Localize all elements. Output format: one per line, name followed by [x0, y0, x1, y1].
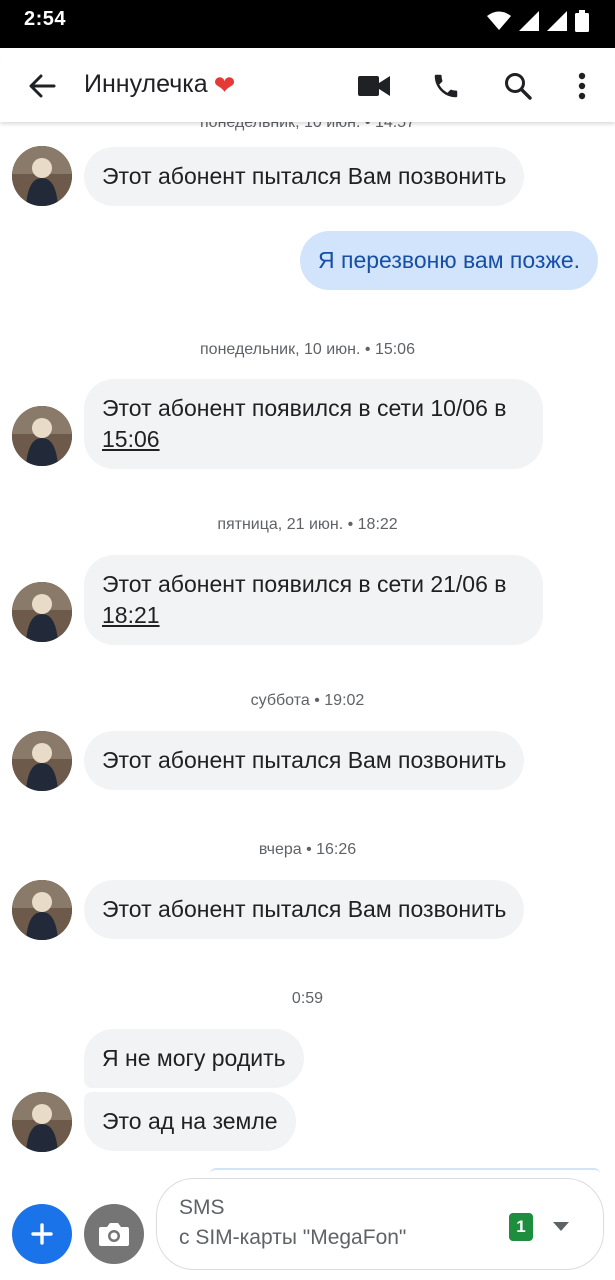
- message-text: Этот абонент появился в сети 21/06 в: [102, 571, 507, 597]
- input-placeholder-sim: с SIM-карты "MegaFon": [179, 1226, 407, 1249]
- timestamp: 0:59: [291, 990, 324, 1007]
- messages-app: Иннулечка ❤ понедельник, 10 июн. • 14:57 …: [0, 48, 615, 1280]
- signal-icon: [519, 11, 539, 36]
- sim-dropdown-button[interactable]: [549, 1217, 573, 1237]
- toolbar: Иннулечка ❤: [0, 48, 615, 122]
- message-bubble-incoming[interactable]: Этот абонент пытался Вам позвонить: [84, 147, 525, 206]
- avatar[interactable]: [12, 582, 72, 642]
- input-placeholder-sms: SMS: [179, 1196, 225, 1219]
- avatar[interactable]: [12, 880, 72, 940]
- add-attachment-button[interactable]: [12, 1204, 72, 1264]
- message-text: Этот абонент появился в сети 10/06 в: [102, 395, 507, 421]
- videocam-icon: [358, 76, 390, 96]
- message-bubble-incoming[interactable]: Этот абонент появился в сети 10/06 в 15:…: [84, 379, 543, 469]
- video-call-button[interactable]: [356, 68, 392, 104]
- message-time-link[interactable]: 18:21: [102, 602, 160, 628]
- arrow-back-icon: [29, 74, 56, 98]
- conversation[interactable]: понедельник, 10 июн. • 14:57 Этот абонен…: [0, 122, 615, 1166]
- timestamp: пятница, 21 июн. • 18:22: [217, 516, 398, 533]
- message-bubble-incoming[interactable]: Этот абонент пытался Вам позвонить: [84, 731, 525, 790]
- timestamp: суббота • 19:02: [250, 692, 365, 709]
- avatar-photo-icon: [12, 1092, 72, 1152]
- status-time: 2:54: [24, 8, 67, 30]
- timestamp: понедельник, 10 июн. • 15:06: [200, 341, 415, 358]
- message-input[interactable]: SMS с SIM-карты "MegaFon" 1: [156, 1178, 604, 1270]
- camera-button[interactable]: [84, 1204, 144, 1264]
- message-time-link[interactable]: 15:06: [102, 426, 160, 452]
- wifi-icon: [487, 11, 511, 36]
- avatar[interactable]: [12, 146, 72, 206]
- plus-icon: [31, 1223, 53, 1245]
- battery-icon: [575, 10, 589, 37]
- sim-card-badge[interactable]: 1: [509, 1213, 533, 1241]
- phone-icon: [434, 74, 458, 98]
- scroll-hint: [210, 1168, 600, 1174]
- avatar[interactable]: [12, 731, 72, 791]
- avatar[interactable]: [12, 1092, 72, 1152]
- contact-name-text: Иннулечка: [84, 70, 208, 98]
- search-button[interactable]: [500, 68, 536, 104]
- avatar-photo-icon: [12, 146, 72, 206]
- avatar-photo-icon: [12, 406, 72, 466]
- signal-icon-2: [547, 11, 567, 36]
- search-icon: [505, 73, 532, 100]
- dropdown-arrow-icon: [553, 1222, 569, 1231]
- avatar[interactable]: [12, 406, 72, 466]
- message-bubble-incoming[interactable]: Этот абонент появился в сети 21/06 в 18:…: [84, 555, 543, 645]
- message-bubble-incoming[interactable]: Я не могу родить: [84, 1029, 304, 1088]
- timestamp: понедельник, 10 июн. • 14:57: [200, 122, 415, 131]
- message-bubble-incoming[interactable]: Это ад на земле: [84, 1092, 296, 1151]
- timestamp: вчера • 16:26: [258, 841, 357, 858]
- more-options-button[interactable]: [564, 68, 600, 104]
- message-bubble-incoming[interactable]: Этот абонент пытался Вам позвонить: [84, 880, 525, 939]
- heart-icon: ❤: [213, 70, 236, 100]
- more-vert-icon: [578, 72, 586, 100]
- contact-name[interactable]: Иннулечка ❤: [84, 70, 235, 101]
- avatar-photo-icon: [12, 582, 72, 642]
- avatar-photo-icon: [12, 880, 72, 940]
- camera-icon: [99, 1223, 129, 1246]
- status-bar: 2:54: [0, 0, 615, 48]
- message-bubble-outgoing[interactable]: Я перезвоню вам позже.: [300, 231, 599, 290]
- status-icons: [487, 10, 589, 37]
- compose-bar: SMS с SIM-карты "MegaFon" 1: [0, 1166, 615, 1280]
- avatar-photo-icon: [12, 731, 72, 791]
- back-button[interactable]: [22, 68, 62, 104]
- call-button[interactable]: [428, 68, 464, 104]
